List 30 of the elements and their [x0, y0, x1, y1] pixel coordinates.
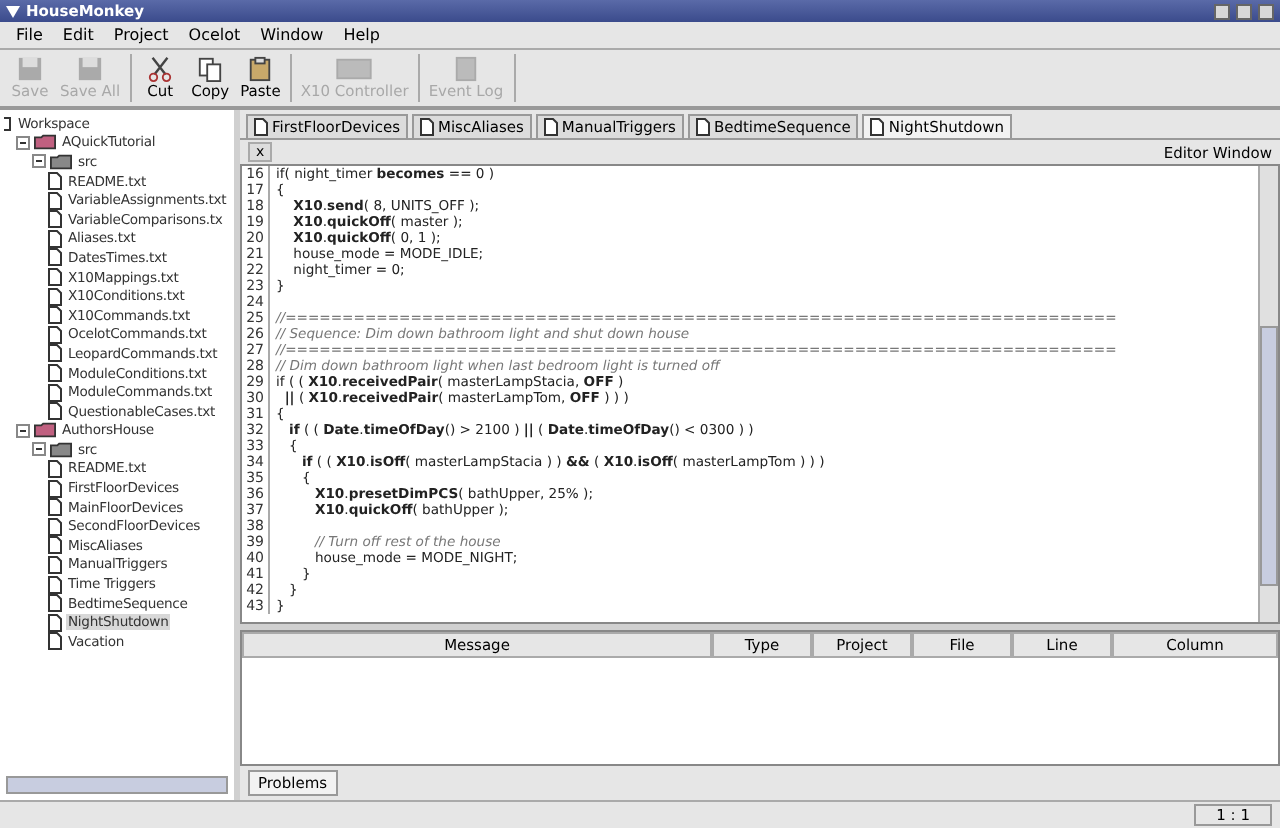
collapse-icon[interactable]: [32, 442, 46, 457]
horizontal-scrollbar[interactable]: [6, 776, 228, 794]
file-icon: [543, 118, 558, 136]
vertical-scrollbar[interactable]: [1258, 166, 1278, 622]
menu-item[interactable]: Project: [113, 26, 169, 44]
maximize-button[interactable]: [1236, 3, 1252, 19]
app-menu-icon[interactable]: [6, 5, 20, 17]
close-button[interactable]: [1258, 3, 1274, 19]
menu-item[interactable]: Help: [343, 26, 380, 44]
file-icon: [254, 118, 268, 136]
collapse-icon[interactable]: [16, 423, 30, 438]
menu-item[interactable]: File: [16, 26, 43, 44]
folder-icon: [34, 422, 56, 439]
folder-icon: [50, 153, 72, 170]
collapse-icon[interactable]: [32, 154, 46, 169]
menu-item[interactable]: Window: [260, 26, 324, 44]
menu-item[interactable]: Edit: [62, 26, 94, 44]
workspace-icon: [4, 115, 12, 132]
scissors-icon: [146, 56, 175, 82]
clipboard-icon: [246, 56, 275, 82]
file-icon: [870, 118, 885, 136]
folder-icon: [50, 441, 72, 458]
copy-icon: [196, 56, 225, 82]
folder-icon: [34, 134, 56, 151]
menu-item[interactable]: Ocelot: [188, 26, 241, 44]
minimize-button[interactable]: [1214, 3, 1230, 19]
code-editor[interactable]: [240, 164, 1280, 624]
collapse-icon[interactable]: [16, 135, 30, 150]
file-icon: [420, 118, 434, 136]
file-icon: [695, 118, 710, 136]
